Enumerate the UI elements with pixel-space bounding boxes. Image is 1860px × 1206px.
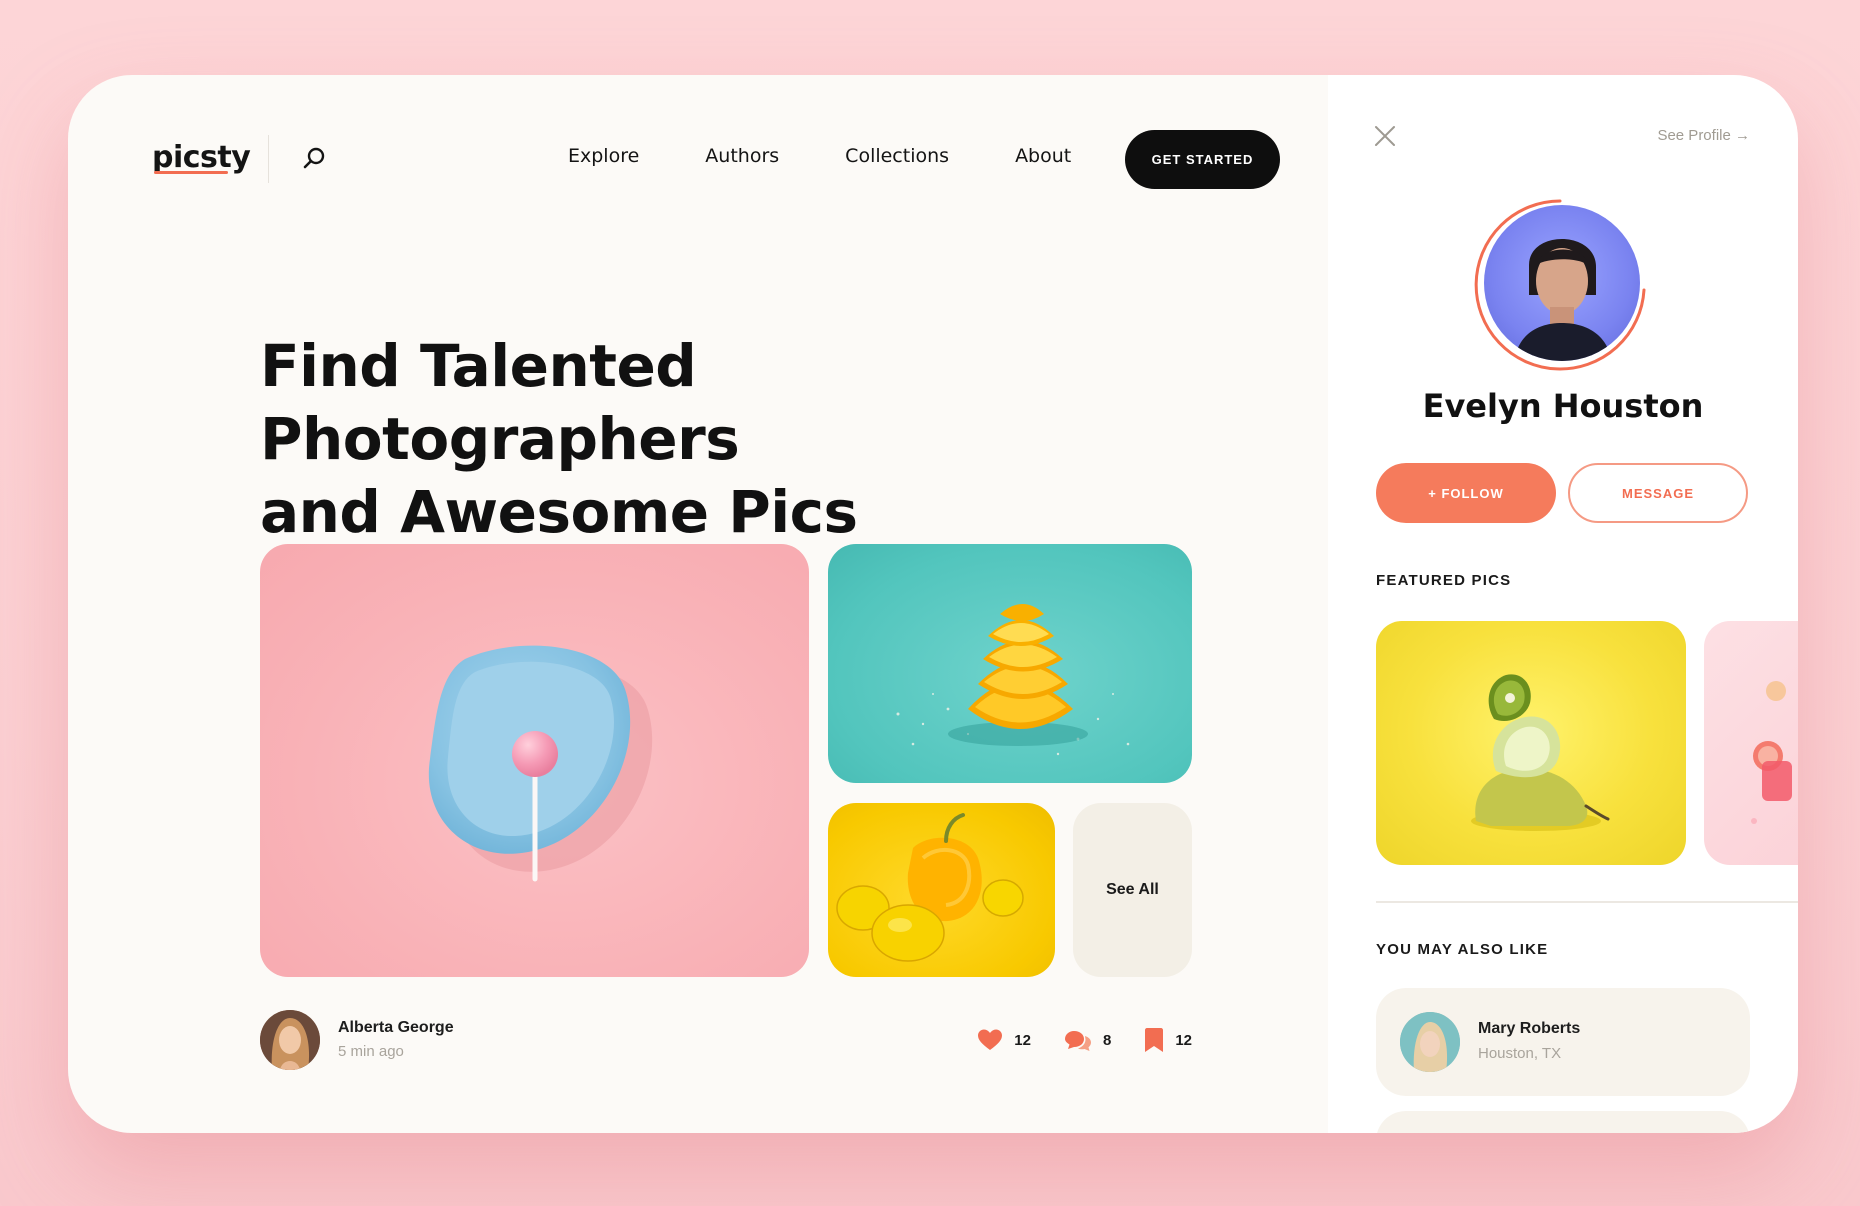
- main-nav: Explore Authors Collections About: [568, 145, 1071, 167]
- fruit-stack-illustration: [1471, 674, 1610, 831]
- follow-button[interactable]: + FOLLOW: [1376, 463, 1556, 523]
- title-line-1: Find Talented Photographers: [260, 332, 740, 473]
- comment-stat[interactable]: 8: [1064, 1028, 1112, 1052]
- bookmark-count: 12: [1175, 1031, 1192, 1049]
- suggestion-avatar: [1400, 1012, 1460, 1072]
- nav-explore[interactable]: Explore: [568, 145, 639, 167]
- photo-lollipop[interactable]: [260, 544, 809, 977]
- title-line-2: and Awesome Pics: [260, 478, 858, 546]
- comment-count: 8: [1102, 1031, 1112, 1049]
- suggestion-location: Houston, TX: [1478, 1045, 1562, 1062]
- photo-pepper-lemons[interactable]: [828, 803, 1055, 977]
- author-avatar[interactable]: [260, 1010, 320, 1070]
- section-divider: [1376, 901, 1798, 903]
- pepper-illustration: [836, 813, 1024, 962]
- also-like-heading: YOU MAY ALSO LIKE: [1376, 941, 1549, 958]
- like-stat[interactable]: 12: [978, 1029, 1031, 1051]
- profile-avatar[interactable]: [1484, 205, 1640, 361]
- app-window: picsty Explore Authors Collections About…: [68, 75, 1798, 1133]
- suggestion-portrait: [1400, 1012, 1460, 1072]
- close-icon: [1375, 126, 1395, 146]
- see-profile-link[interactable]: See Profile →: [1657, 127, 1750, 144]
- featured-photo-drinks[interactable]: [1704, 621, 1798, 865]
- see-all-button[interactable]: See All: [1073, 803, 1192, 977]
- nav-authors[interactable]: Authors: [705, 145, 779, 167]
- message-button[interactable]: MESSAGE: [1568, 463, 1748, 523]
- comment-icon: [1064, 1031, 1091, 1051]
- featured-pics-heading: FEATURED PICS: [1376, 572, 1512, 589]
- main-panel: picsty Explore Authors Collections About…: [68, 75, 1328, 1133]
- profile-sidebar: See Profile → Evelyn Houston + FOLLOW ME…: [1328, 75, 1798, 1133]
- author-name[interactable]: Alberta George: [338, 1019, 454, 1037]
- lemon-illustration: [896, 604, 1130, 756]
- search-button[interactable]: [300, 145, 328, 173]
- suggestion-card[interactable]: Mary Roberts Houston, TX: [1376, 988, 1750, 1096]
- heart-icon: [978, 1029, 1003, 1050]
- profile-name: Evelyn Houston: [1422, 387, 1704, 425]
- close-button[interactable]: [1374, 125, 1396, 147]
- profile-portrait: [1514, 238, 1612, 361]
- page-title: Find Talented Photographers and Awesome …: [260, 330, 1160, 549]
- header-divider: [268, 135, 269, 183]
- post-time: 5 min ago: [338, 1043, 404, 1060]
- suggestion-name: Mary Roberts: [1478, 1020, 1581, 1037]
- photo-lemon-slices[interactable]: [828, 544, 1192, 783]
- featured-photo-fruit-stack[interactable]: [1376, 621, 1686, 865]
- logo-underline: [154, 171, 228, 174]
- bookmark-stat[interactable]: 12: [1145, 1028, 1192, 1052]
- lollipop-illustration: [428, 645, 653, 882]
- like-count: 12: [1014, 1031, 1031, 1049]
- author-portrait: [260, 1010, 320, 1070]
- suggestion-card-partial[interactable]: [1376, 1111, 1750, 1133]
- bookmark-icon: [1145, 1028, 1164, 1052]
- nav-collections[interactable]: Collections: [845, 145, 949, 167]
- nav-about[interactable]: About: [1015, 145, 1071, 167]
- search-icon: [303, 147, 325, 169]
- logo[interactable]: picsty: [152, 140, 251, 175]
- post-stats: 12 8 12: [944, 1028, 1192, 1052]
- drinks-illustration: [1751, 681, 1792, 824]
- get-started-button[interactable]: GET STARTED: [1125, 130, 1280, 189]
